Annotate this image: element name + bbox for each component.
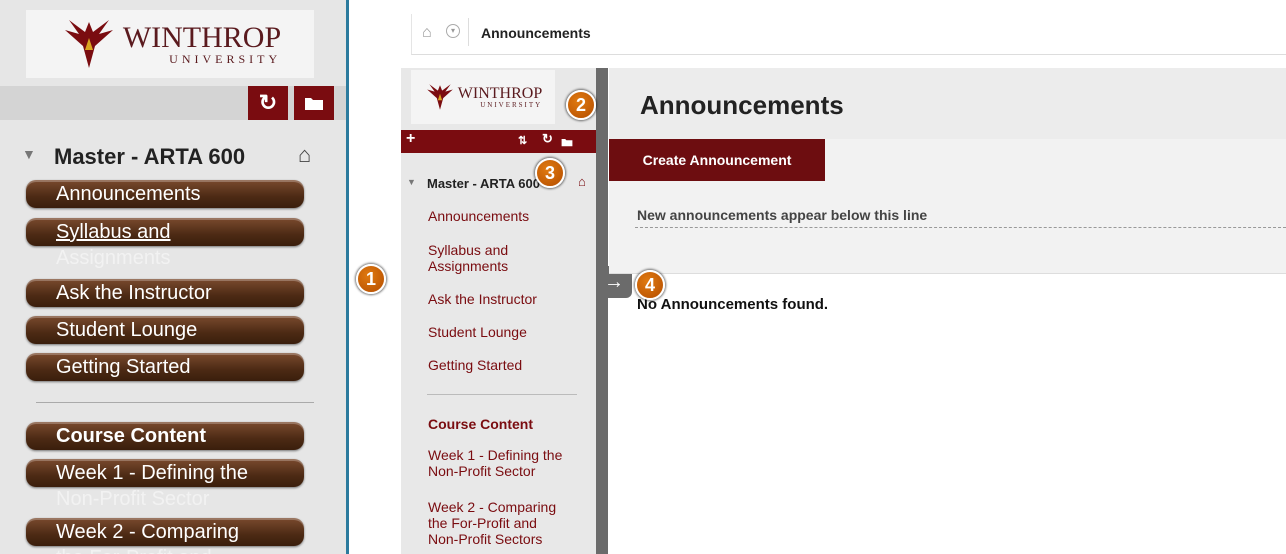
left-menu-label: Syllabus and (56, 221, 171, 243)
left-menu-label: Week 2 - Comparing (56, 521, 240, 543)
logo-sub: UNIVERSITY (169, 52, 282, 66)
left-menu-label: Getting Started (56, 356, 191, 378)
menu-item-announcements[interactable]: Announcements (428, 208, 529, 224)
left-menu-label-line2: Assignments (56, 247, 171, 269)
menu-item-week-1[interactable]: Week 1 - Defining the Non-Profit Sector (428, 447, 583, 479)
course-menu: WINTHROP UNIVERSITY + ⇅ ↻ ▼ Master - ART… (401, 68, 596, 554)
home-icon[interactable]: ⌂ (422, 24, 432, 42)
menu-scrollbar[interactable] (596, 68, 608, 554)
course-title[interactable]: Master - ARTA 600 (54, 144, 245, 170)
menu-item-week-2[interactable]: Week 2 - Comparing the For-Profit and No… (428, 499, 568, 547)
plus-icon[interactable]: + (406, 130, 415, 148)
panel-border (346, 0, 349, 554)
home-icon[interactable]: ⌂ (298, 142, 311, 168)
logo-name: WINTHROP (122, 21, 282, 54)
collapse-arrow-icon[interactable]: ▼ (407, 177, 416, 187)
logo-sub: UNIVERSITY (480, 100, 543, 109)
sort-icon[interactable]: ⇅ (518, 134, 527, 147)
left-menu-label: Student Lounge (56, 319, 198, 341)
menu-divider (36, 402, 314, 403)
left-menu-label: Week 1 - Defining the (56, 462, 248, 484)
announcement-line-area: New announcements appear below this line (609, 181, 1286, 274)
breadcrumb-current: Announcements (481, 25, 591, 41)
left-menu-syllabus[interactable]: Syllabus and Assignments (26, 218, 304, 269)
folder-view-button[interactable] (294, 86, 334, 120)
course-menu-logo: WINTHROP UNIVERSITY (411, 70, 555, 124)
collapse-arrow-icon[interactable]: ▼ (22, 146, 36, 162)
left-menu-student-lounge[interactable]: Student Lounge (26, 316, 304, 344)
new-announcements-line-text: New announcements appear below this line (637, 207, 928, 223)
refresh-icon[interactable]: ↻ (542, 131, 553, 147)
university-logo: WINTHROP UNIVERSITY (26, 10, 314, 78)
content-header: Announcements (609, 68, 1286, 140)
left-menu-label: Ask the Instructor (56, 282, 212, 304)
page-title: Announcements (640, 90, 844, 120)
left-menu-label: Course Content (56, 425, 206, 447)
left-menu-ask-instructor[interactable]: Ask the Instructor (26, 279, 304, 307)
dashed-divider (635, 227, 1286, 228)
menu-item-student-lounge[interactable]: Student Lounge (428, 324, 527, 340)
empty-message: No Announcements found. (637, 296, 829, 313)
left-menu-label: Announcements (56, 183, 201, 205)
callout-2: 2 (566, 90, 596, 120)
breadcrumb-divider (468, 18, 469, 46)
callout-3: 3 (535, 158, 565, 188)
eagle-logo-icon (64, 20, 113, 68)
arrow-right-icon: → (604, 271, 624, 293)
left-menu-label-line2: the For-Profit and (56, 544, 212, 554)
eagle-logo-icon (426, 84, 453, 110)
left-menu-week-1[interactable]: Week 1 - Defining the Non-Profit Sector (26, 459, 304, 510)
menu-divider (427, 394, 577, 395)
breadcrumb: ⌂ ▾ Announcements (411, 14, 1286, 55)
left-menu-label-line2: Non-Profit Sector (56, 488, 210, 510)
callout-1: 1 (356, 264, 386, 294)
menu-heading-course-content[interactable]: Course Content (428, 416, 533, 432)
chevron-down-icon[interactable]: ▾ (446, 24, 460, 38)
menu-item-ask-instructor[interactable]: Ask the Instructor (428, 291, 537, 307)
logo-name: WINTHROP (457, 84, 543, 102)
zoomed-course-menu: WINTHROP UNIVERSITY ↻ ▼ Master - ARTA 60… (0, 0, 346, 554)
left-menu-course-content[interactable]: Course Content (26, 422, 304, 450)
callout-4: 4 (635, 270, 665, 300)
home-icon[interactable]: ⌂ (578, 174, 586, 189)
refresh-icon: ↻ (258, 90, 278, 115)
left-menu-week-2[interactable]: Week 2 - Comparing the For-Profit and (26, 518, 304, 554)
left-menu-getting-started[interactable]: Getting Started (26, 353, 304, 381)
create-announcement-button[interactable]: Create Announcement (609, 139, 825, 181)
menu-item-getting-started[interactable]: Getting Started (428, 357, 522, 373)
refresh-button[interactable]: ↻ (248, 86, 288, 120)
folder-icon[interactable] (561, 137, 573, 147)
left-menu-announcements[interactable]: Announcements (26, 180, 304, 208)
course-title[interactable]: Master - ARTA 600 (427, 176, 540, 191)
folder-icon (305, 98, 323, 110)
menu-item-syllabus[interactable]: Syllabus and Assignments (428, 242, 538, 274)
